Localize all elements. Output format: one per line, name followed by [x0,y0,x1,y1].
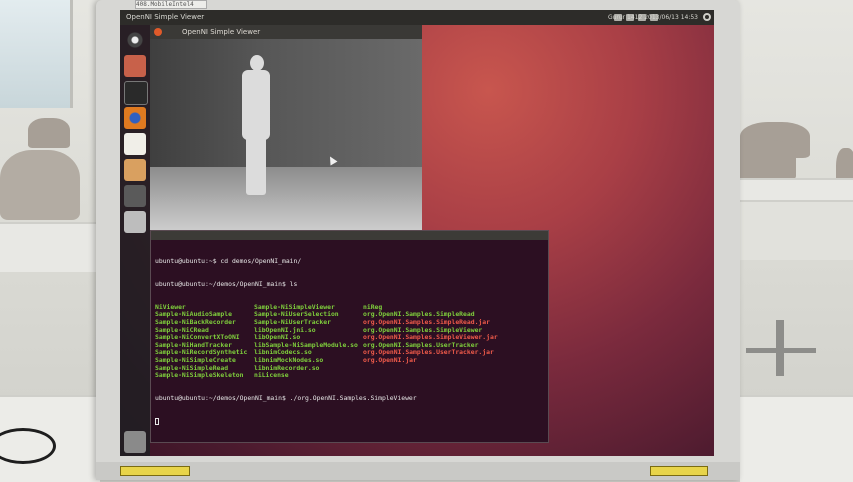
dash-icon[interactable] [124,29,146,51]
listing-entry: org.OpenNI.jar [363,355,417,364]
file-listing: NiViewer Sample-NiSimpleViewer niReg Sample… [155,303,544,380]
close-icon[interactable] [154,28,162,36]
terminal-titlebar[interactable] [151,231,548,240]
warning-sticker [650,466,708,476]
panel-title: OpenNI Simple Viewer [126,13,205,21]
desk [740,178,853,202]
drive-icon[interactable] [124,211,146,233]
depth-wall [150,39,422,169]
clock[interactable]: Gurur 1412 2013/06/13 14:53 [608,10,698,25]
terminal-line: ubuntu@ubuntu:~$ cd demos/OpenNI_main/ [155,257,302,266]
asset-sticker: 408.MobileIntel4 [135,0,207,9]
gear-icon[interactable] [703,13,711,21]
terminal-output[interactable]: ubuntu@ubuntu:~$ cd demos/OpenNI_main/ u… [155,243,544,438]
viewer-titlebar[interactable]: OpenNI Simple Viewer [150,25,422,39]
depth-image[interactable] [150,39,422,239]
top-panel: OpenNI Simple Viewer Gurur 1412 2013/06/… [120,10,714,25]
listing-row: Sample-NiSimpleSkeleton niLicense [155,371,544,380]
terminal-command: ubuntu@ubuntu:~/demos/OpenNI_main$ ./org… [155,393,417,402]
listing-entry: niLicense [254,371,289,380]
listing-entry: Sample-NiSimpleSkeleton [155,371,244,380]
chair [28,118,70,148]
laptop-screen: OpenNI Simple Viewer Gurur 1412 2013/06/… [120,10,714,456]
chair [736,140,796,180]
terminal-icon[interactable] [124,81,148,105]
document-icon[interactable] [124,133,146,155]
desk [740,200,853,260]
chair [0,150,80,220]
desk [740,395,853,482]
desk [0,222,98,272]
keyboard-edge [96,462,740,480]
files-icon[interactable] [124,55,146,77]
person-head [250,55,264,71]
room-window [0,0,73,108]
depth-floor [150,167,422,239]
terminal-window[interactable]: ubuntu@ubuntu:~$ cd demos/OpenNI_main/ u… [150,230,549,443]
person-legs [246,137,266,195]
terminal-line: ubuntu@ubuntu:~/demos/OpenNI_main$ ls [155,279,298,288]
firefox-icon[interactable] [124,107,146,129]
settings-icon[interactable] [124,185,146,207]
person-body [242,70,270,140]
listing-row: Sample-NiBackRecorder Sample-NiUserTracke… [155,318,544,327]
trash-icon[interactable] [124,431,146,453]
chair-base [746,348,816,353]
viewer-title: OpenNI Simple Viewer [182,28,261,36]
launcher [120,25,150,456]
terminal-caret[interactable] [155,417,544,426]
software-center-icon[interactable] [124,159,146,181]
warning-sticker [120,466,190,476]
